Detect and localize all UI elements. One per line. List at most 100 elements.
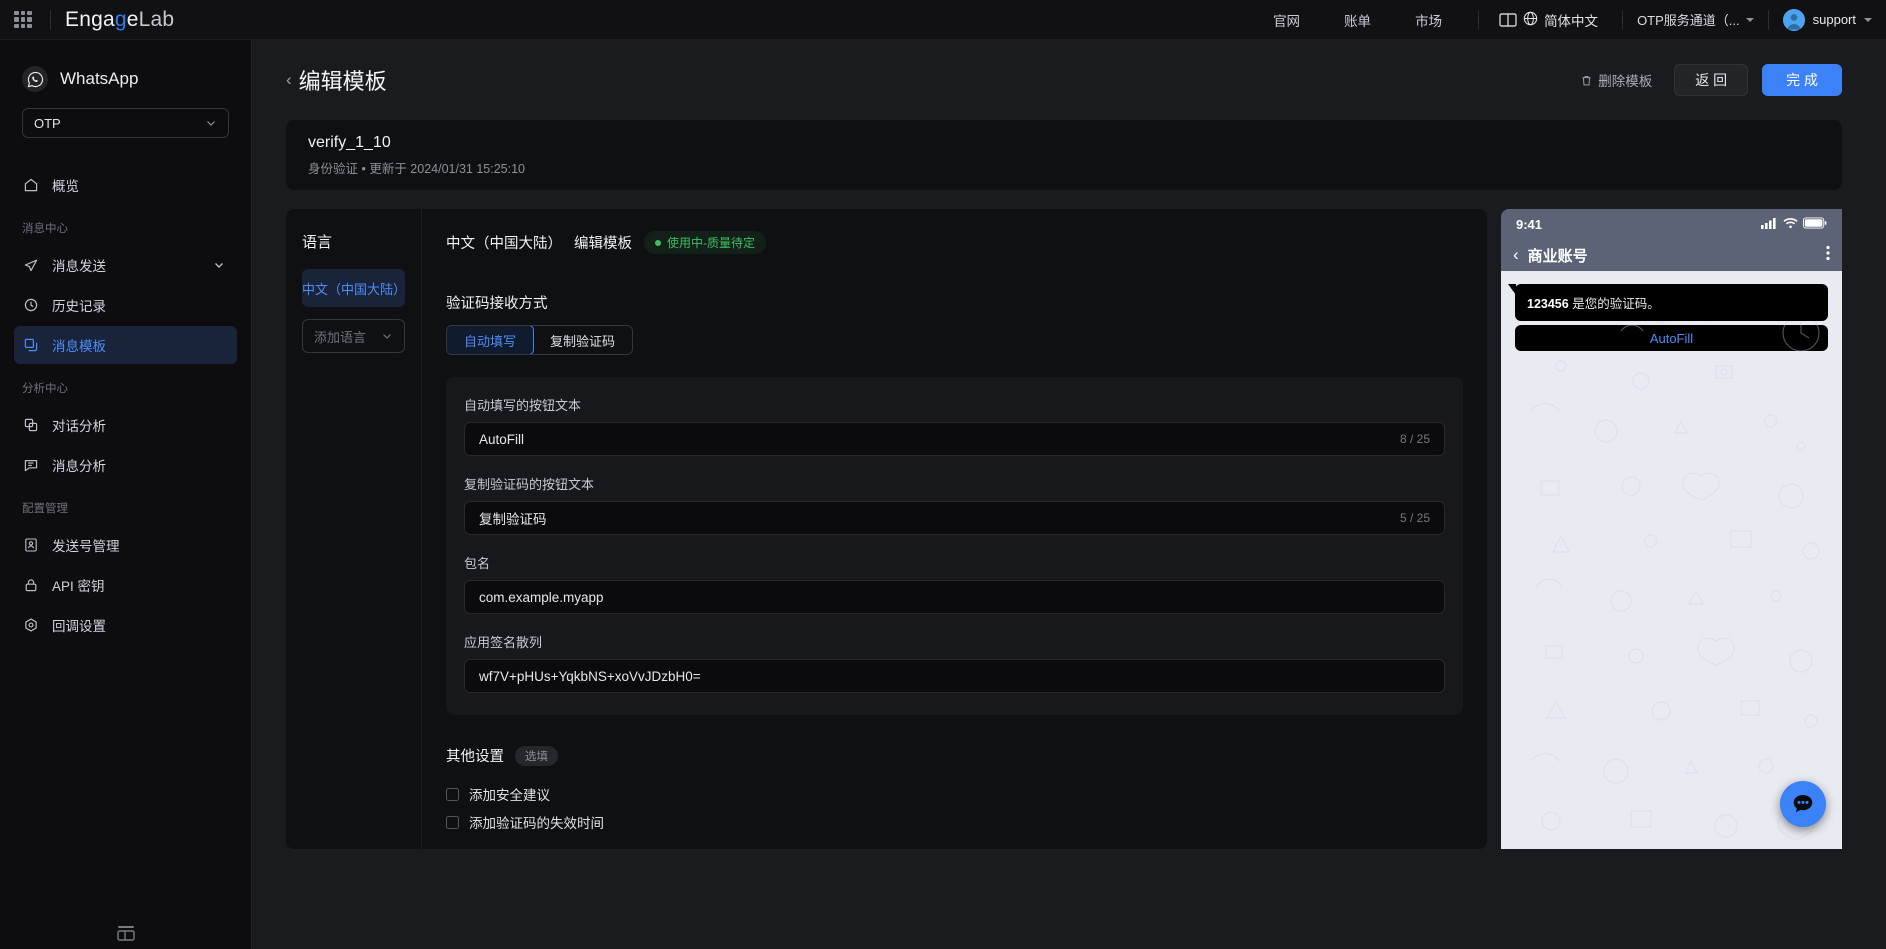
delete-template-button[interactable]: 删除模板 [1580,70,1652,90]
sidebar-item-overview[interactable]: 概览 [14,166,237,204]
language-tab-zh-cn[interactable]: 中文（中国大陆） [302,269,406,307]
char-count: 8 / 25 [1399,432,1430,446]
phone-clock: 9:41 [1516,216,1543,232]
optional-badge: 选填 [515,745,558,766]
top-bar: EngageLab 官网 账单 市场 简体中文 OTP服务通道（... supp… [0,0,1886,40]
sidebar-item-api-key[interactable]: API 密钥 [14,566,237,604]
home-icon [24,178,38,192]
grid-apps-icon[interactable] [10,7,36,33]
autofill-button-text-field: 自动填写的按钮文本 AutoFill 8 / 25 [464,395,1445,456]
whatsapp-icon [22,66,48,92]
editor-header-language: 中文（中国大陆） [446,236,562,252]
copy-code-button-text-input[interactable]: 复制验证码 5 / 25 [464,501,1445,535]
sidebar-item-label: 消息发送 [52,259,106,274]
sidebar-item-callback-settings[interactable]: 回调设置 [14,606,237,644]
wifi-icon [1783,217,1798,232]
verification-code: 123456 [1527,297,1569,311]
send-icon [24,259,38,272]
sidebar: WhatsApp OTP 概览 消息中心 消息发送 历史记录 消息模板 分析中心… [0,40,252,949]
code-delivery-segmented-control: 自动填写 复制验证码 [446,325,634,355]
status-dot-icon [655,239,661,246]
sidebar-item-message-template[interactable]: 消息模板 [14,326,237,364]
trash-icon [1582,75,1591,85]
field-value: AutoFill [479,431,525,447]
topbar-link-official-site[interactable]: 官网 [1273,10,1300,30]
autofill-button-text-input[interactable]: AutoFill 8 / 25 [464,422,1445,456]
sidebar-item-message-send[interactable]: 消息发送 [14,246,237,284]
app-signature-hash-field: 应用签名散列 wf7V+pHUs+YqkbNS+xoVvJDzbH0= [464,632,1445,693]
add-language-placeholder: 添加语言 [314,329,367,345]
phone-preview: 9:41 ‹ 商业账号 123456 是您的验证码。 AutoFill [1501,209,1842,849]
status-badge-label: 使用中-质量待定 [667,236,755,250]
sidebar-item-label: 发送号管理 [52,539,120,554]
sidebar-item-conversation-analytics[interactable]: 对话分析 [14,406,237,444]
autofill-preview-button[interactable]: AutoFill [1515,325,1828,351]
phone-number-icon [25,538,37,552]
phone-frame: 9:41 ‹ 商业账号 123456 是您的验证码。 AutoFill [1501,209,1842,849]
main-content: ‹ 编辑模板 删除模板 返 回 完 成 verify_1_10 身份验证 • 更… [252,40,1886,949]
sidebar-group-message-center: 消息中心 [22,223,68,235]
chevron-down-icon [383,334,391,339]
chevron-left-icon[interactable]: ‹ [286,70,292,90]
checkbox-add-security-advice[interactable]: 添加安全建议 [446,780,1463,808]
sidebar-item-message-analytics[interactable]: 消息分析 [14,446,237,484]
chat-bubble-icon [1793,795,1813,813]
sidebar-item-label: 消息分析 [52,459,106,474]
editor-header-action: 编辑模板 [574,236,632,252]
submit-button[interactable]: 完 成 [1762,64,1842,96]
checkbox-label: 添加验证码的失效时间 [469,816,604,831]
checkbox-add-code-expiry[interactable]: 添加验证码的失效时间 [446,808,1463,836]
field-label: 应用签名散列 [464,635,543,650]
battery-icon [1803,216,1827,232]
more-vertical-icon[interactable] [1826,245,1830,266]
history-icon [24,298,38,312]
add-language-select[interactable]: 添加语言 [302,319,405,353]
template-name: verify_1_10 [308,134,391,151]
app-signature-hash-input[interactable]: wf7V+pHUs+YqkbNS+xoVvJDzbH0= [464,659,1445,693]
editor-card: 语言 中文（中国大陆） 添加语言 中文（中国大陆） 编辑模板 使用中-质量待定 … [286,209,1487,849]
channel-select[interactable]: OTP [22,108,229,138]
status-badge: 使用中-质量待定 [644,231,766,254]
package-name-field: 包名 com.example.myapp [464,553,1445,614]
topbar-link-billing[interactable]: 账单 [1344,10,1371,30]
channel-switcher[interactable]: OTP服务通道（... [1637,10,1754,29]
chevron-down-icon [215,263,223,268]
message-bubble-wrap: 123456 是您的验证码。 AutoFill [1501,271,1842,351]
cellular-signal-icon [1761,217,1778,232]
sidebar-item-sender-management[interactable]: 发送号管理 [14,526,237,564]
sidebar-item-label: API 密钥 [52,579,105,594]
checkbox-label: 添加安全建议 [469,788,550,803]
sidebar-item-label: 概览 [52,179,79,194]
sidebar-brand: WhatsApp [0,40,251,92]
message-bubble: 123456 是您的验证码。 [1508,284,1828,321]
engagelab-logo: EngageLab [65,8,174,32]
field-value: wf7V+pHUs+YqkbNS+xoVvJDzbH0= [479,668,701,684]
logo-accent-letter: g [114,7,127,31]
package-name-input[interactable]: com.example.myapp [464,580,1445,614]
collapse-sidebar-icon[interactable] [115,921,137,943]
language-switcher[interactable]: 简体中文 [1523,10,1598,30]
logo-prefix: Enga [65,7,115,31]
phone-nav-bar: ‹ 商业账号 [1501,239,1842,271]
topbar-link-market[interactable]: 市场 [1415,10,1442,30]
sidebar-group-analytics-center: 分析中心 [22,383,68,395]
fields-panel: 自动填写的按钮文本 AutoFill 8 / 25 复制验证码的按钮文本 复制验… [446,377,1463,715]
globe-icon [1523,11,1538,29]
chevron-down-icon [207,121,215,126]
lock-icon [25,579,37,592]
segment-autofill[interactable]: 自动填写 [447,326,535,354]
chat-support-fab[interactable] [1780,781,1826,827]
user-menu-label: support [1812,12,1856,27]
sidebar-item-label: 历史记录 [52,299,106,314]
language-switcher-label: 简体中文 [1544,13,1599,29]
chevron-left-icon[interactable]: ‹ [1513,245,1519,265]
field-label: 自动填写的按钮文本 [464,398,582,413]
checkbox-icon [446,815,459,829]
user-menu[interactable]: support [1782,8,1872,31]
sidebar-item-history[interactable]: 历史记录 [14,286,237,324]
segment-copy-code[interactable]: 复制验证码 [533,326,632,354]
topbar-divider-2 [1478,9,1480,30]
copy-code-button-text-field: 复制验证码的按钮文本 复制验证码 5 / 25 [464,474,1445,535]
back-button[interactable]: 返 回 [1674,64,1749,96]
book-panel-icon[interactable] [1499,12,1517,28]
